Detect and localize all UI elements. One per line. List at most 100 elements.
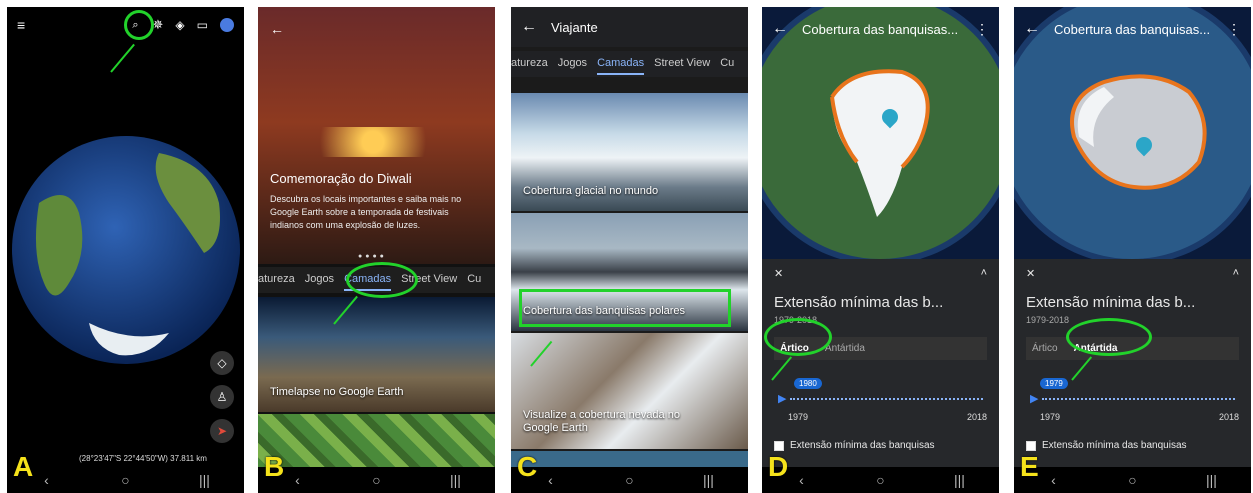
app-bar: ← Cobertura das banquisas... ⋮	[1014, 7, 1251, 51]
layers-tab-highlight	[346, 262, 418, 298]
system-navbar: ‹ ○ |||	[762, 467, 999, 493]
nav-back-button[interactable]: ‹	[32, 472, 62, 488]
more-icon[interactable]: ⋮	[1227, 21, 1241, 38]
dice-icon[interactable]: ◈	[175, 18, 184, 32]
carousel-dots: ●●●●	[358, 253, 387, 260]
menu-icon[interactable]: ≡	[17, 17, 25, 33]
nav-recents-button[interactable]: |||	[945, 472, 975, 488]
system-navbar: ‹ ○ |||	[511, 467, 748, 493]
tab-games[interactable]: Jogos	[305, 273, 334, 291]
arctic-highlight	[764, 318, 832, 356]
layer-sheet: ✕ ˄ Extensão mínima das b... 1979-2018 Á…	[762, 259, 999, 467]
slider-track[interactable]	[1042, 398, 1235, 400]
voyager-icon[interactable]: ✵	[153, 17, 164, 33]
coordinates-label: (28°23'47"S 22°44'50"W) 37.811 km	[79, 454, 207, 463]
year-badge: 1979	[1040, 378, 1068, 389]
nav-home-button[interactable]: ○	[866, 472, 896, 488]
legend-checkbox[interactable]	[1026, 440, 1036, 451]
slider-track[interactable]	[790, 398, 983, 400]
panel-c: ← Viajante atureza Jogos Camadas Street …	[511, 7, 748, 493]
legend-row[interactable]: Extensão mínima das banquisas	[774, 440, 987, 451]
layer-sheet: ✕ ˄ Extensão mínima das b... 1979-2018 Á…	[1014, 259, 1251, 467]
nav-recents-button[interactable]: |||	[190, 472, 220, 488]
panel-e: ← Cobertura das banquisas... ⋮ ✕ ˄ Exten…	[1014, 7, 1251, 493]
more-icon[interactable]: ⋮	[975, 21, 989, 38]
pegman-icon[interactable]: ♙	[210, 385, 234, 409]
tab-layers[interactable]: Camadas	[597, 57, 645, 75]
nav-recents-button[interactable]: |||	[441, 472, 471, 488]
sheet-title: Extensão mínima das b...	[1026, 294, 1196, 311]
diya-lights	[268, 127, 478, 157]
seg-arctic[interactable]: Ártico	[1032, 343, 1058, 354]
nav-home-button[interactable]: ○	[615, 472, 645, 488]
glacier-card[interactable]: Cobertura glacial no mundo	[511, 93, 748, 211]
panel-a: ≡ ⌕ ✵ ◈ ▭ ◇ ♙ ➤ (28°23'47"S 22°44'50"W) …	[7, 7, 244, 493]
tab-street-view[interactable]: Street View	[654, 57, 710, 75]
panel-letter: E	[1020, 451, 1039, 482]
system-navbar: ‹ ○ |||	[1014, 467, 1251, 493]
nav-back-button[interactable]: ‹	[1039, 472, 1069, 488]
panel-letter: B	[264, 451, 285, 482]
back-arrow-icon[interactable]: ←	[270, 21, 284, 37]
back-arrow-icon[interactable]: ←	[521, 18, 537, 36]
antarctica-highlight	[1066, 318, 1152, 356]
location-icon[interactable]: ➤	[210, 419, 234, 443]
voyager-highlight	[124, 10, 154, 40]
sheet-title: Extensão mínima das b...	[774, 294, 944, 311]
nav-home-button[interactable]: ○	[362, 472, 392, 488]
nav-back-button[interactable]: ‹	[283, 472, 313, 488]
voyager-arrow	[110, 43, 135, 73]
nav-back-button[interactable]: ‹	[536, 472, 566, 488]
tab-culture[interactable]: Cu	[720, 57, 734, 75]
panel-b: ← Comemoração do Diwali Descubra os loca…	[258, 7, 495, 493]
close-icon[interactable]: ✕	[774, 267, 783, 280]
tab-nature[interactable]: atureza	[511, 57, 548, 75]
collapse-icon[interactable]: ˄	[1233, 267, 1239, 280]
legend-checkbox[interactable]	[774, 440, 784, 451]
panel-letter: D	[768, 451, 789, 482]
close-icon[interactable]: ✕	[1026, 267, 1035, 280]
sea-ice-highlight	[519, 289, 731, 327]
year-slider[interactable]: ▶ 1980	[774, 378, 987, 418]
panel-letter: A	[13, 451, 34, 482]
nav-home-button[interactable]: ○	[1118, 472, 1148, 488]
legend-label: Extensão mínima das banquisas	[790, 440, 935, 451]
layers-icon[interactable]: ▭	[197, 18, 208, 32]
back-arrow-icon[interactable]: ←	[772, 20, 788, 38]
nav-back-button[interactable]: ‹	[787, 472, 817, 488]
panel-d: ← Cobertura das banquisas... ⋮ ✕ ˄ Exten…	[762, 7, 999, 493]
collapse-icon[interactable]: ˄	[981, 267, 987, 280]
account-icon[interactable]	[220, 18, 234, 32]
page-title: Cobertura das banquisas...	[802, 21, 959, 37]
app-bar: ← Viajante	[511, 7, 748, 47]
back-arrow-icon[interactable]: ←	[1024, 20, 1040, 38]
hero-title: Comemoração do Diwali	[270, 171, 412, 186]
category-tabs: atureza Jogos Camadas Street View Cu	[511, 51, 748, 77]
seg-antarctica[interactable]: Antártida	[825, 343, 865, 354]
farmland-card[interactable]	[258, 414, 495, 474]
system-navbar: ‹ ○ |||	[7, 467, 244, 493]
legend-label: Extensão mínima das banquisas	[1042, 440, 1187, 451]
card-title: Visualize a cobertura nevada no Google E…	[523, 409, 680, 434]
app-bar: ← Cobertura das banquisas... ⋮	[762, 7, 999, 51]
earth-globe	[12, 136, 240, 364]
year-badge: 1980	[794, 378, 822, 389]
year-slider[interactable]: ▶ 1979	[1026, 378, 1239, 418]
tab-nature[interactable]: atureza	[258, 273, 295, 291]
diwali-hero[interactable]: ← Comemoração do Diwali Descubra os loca…	[258, 7, 495, 264]
tab-games[interactable]: Jogos	[558, 57, 587, 75]
hero-description: Descubra os locais importantes e saiba m…	[270, 194, 462, 230]
tab-culture[interactable]: Cu	[467, 273, 481, 291]
play-icon[interactable]: ▶	[1030, 392, 1038, 405]
card-title: Timelapse no Google Earth	[270, 386, 404, 398]
play-icon[interactable]: ▶	[778, 392, 786, 405]
snow-card[interactable]: Visualize a cobertura nevada no Google E…	[511, 333, 748, 449]
page-title: Cobertura das banquisas...	[1054, 21, 1211, 37]
nav-recents-button[interactable]: |||	[1197, 472, 1227, 488]
card-title: Cobertura glacial no mundo	[523, 185, 659, 197]
legend-row[interactable]: Extensão mínima das banquisas	[1026, 440, 1239, 451]
compass-icon[interactable]: ◇	[210, 351, 234, 375]
nav-home-button[interactable]: ○	[111, 472, 141, 488]
timelapse-card[interactable]: Timelapse no Google Earth	[258, 297, 495, 412]
nav-recents-button[interactable]: |||	[694, 472, 724, 488]
